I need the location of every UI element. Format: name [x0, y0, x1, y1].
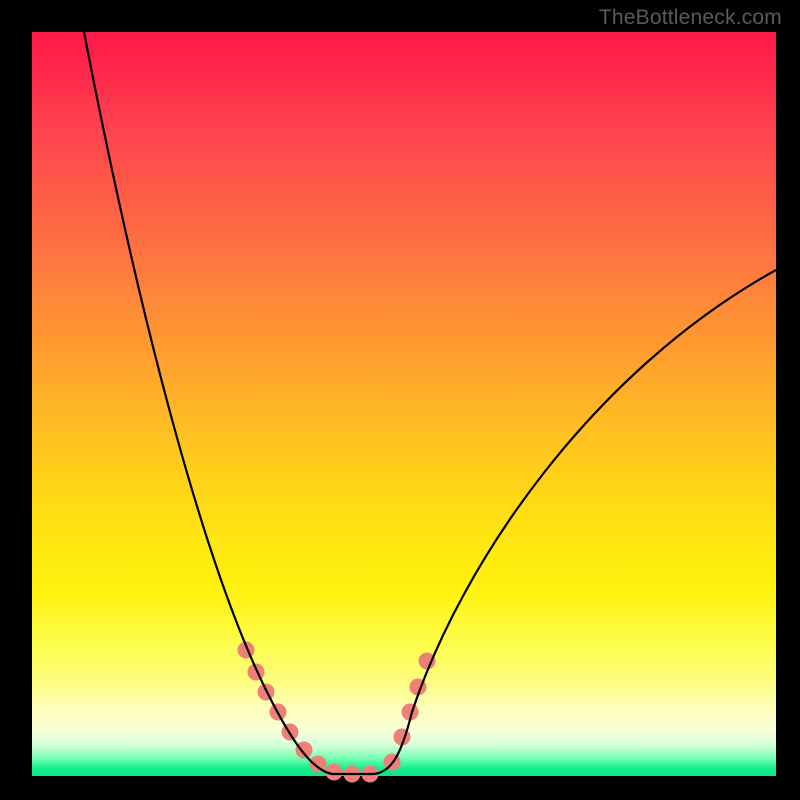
- curve-right-curve: [372, 270, 776, 774]
- chart-svg-layer: [0, 0, 800, 800]
- highlight-dot: [248, 664, 265, 681]
- curve-left-curve: [84, 32, 372, 774]
- watermark-text: TheBottleneck.com: [599, 6, 782, 30]
- outer-frame: TheBottleneck.com: [0, 0, 800, 800]
